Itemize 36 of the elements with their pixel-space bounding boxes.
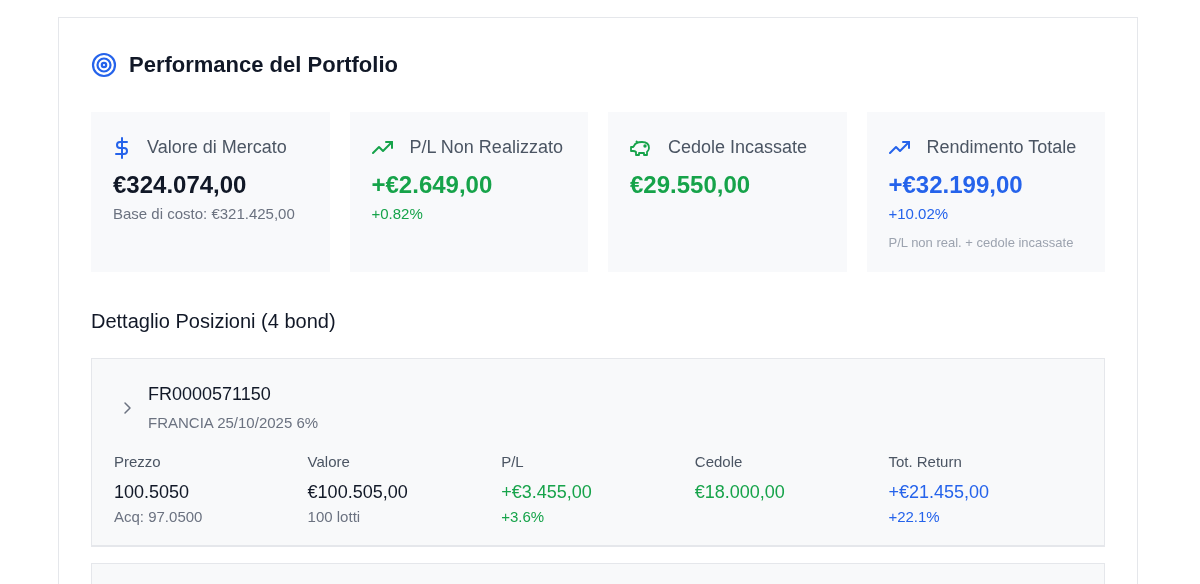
bond-name: FRANCIA 25/10/2025 6%: [148, 413, 319, 434]
page-title: Performance del Portfolio: [129, 52, 398, 79]
stat-label: Valore di Mercato: [147, 136, 287, 160]
target-icon: [91, 52, 117, 79]
metric-subtext: 100 lotti: [307, 507, 362, 528]
dollar-icon: [113, 136, 131, 159]
expand-chevron[interactable]: [122, 401, 132, 416]
stat-subtext: +10.02%: [888, 203, 950, 224]
stat-subtext: Base di costo: €321.425,00: [113, 203, 296, 224]
metric-label: Tot. Return: [888, 451, 963, 472]
stat-value: +€32.199,00: [888, 170, 1024, 201]
metric-value: 100.5050: [114, 481, 191, 505]
metric-subtext: +3.6%: [501, 507, 546, 528]
metric-value: €100.505,00: [307, 481, 409, 505]
metric-label: Valore: [307, 451, 351, 472]
metric-label: Cedole: [694, 451, 744, 472]
stat-label: Rendimento Totale: [926, 136, 1077, 160]
metric-label: P/L: [501, 451, 525, 472]
stat-subtext: +0.82%: [371, 203, 424, 224]
stat-label: P/L Non Realizzato: [409, 136, 563, 160]
metric-subtext: +22.1%: [888, 507, 941, 528]
stat-value: €29.550,00: [630, 170, 752, 201]
metric-subtext: Acq: 97.0500: [114, 507, 204, 528]
metric-value: €18.000,00: [694, 481, 786, 505]
section-title: Dettaglio Posizioni (4 bond): [91, 309, 337, 335]
trending-up-icon: [371, 140, 394, 155]
trending-up-icon: [888, 140, 911, 155]
piggy-bank-icon: [630, 138, 652, 157]
metric-value: +€3.455,00: [501, 481, 593, 505]
metric-value: +€21.455,00: [888, 481, 990, 505]
stat-label: Cedole Incassate: [668, 136, 808, 160]
stat-value: €324.074,00: [113, 170, 248, 201]
stat-note: P/L non real. + cedole incassate: [888, 234, 1075, 253]
bond-isin: FR0000571150: [148, 383, 272, 407]
metric-label: Prezzo: [114, 451, 162, 472]
stat-value: +€2.649,00: [371, 170, 494, 201]
